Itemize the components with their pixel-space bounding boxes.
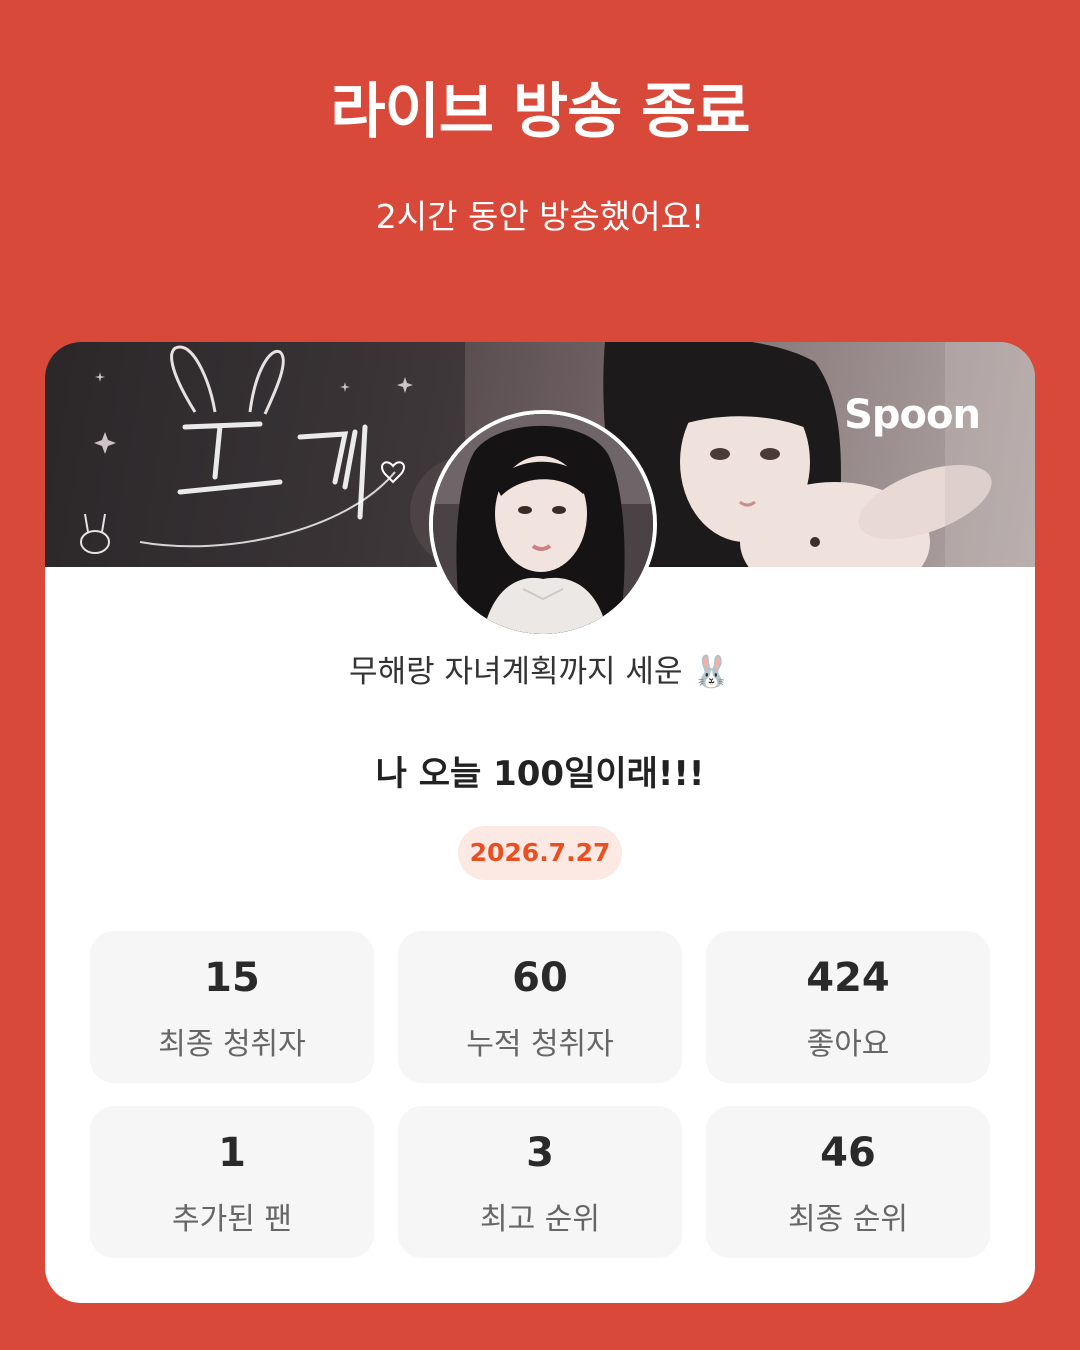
stat-value: 60	[512, 955, 568, 1001]
stat-label: 최종 순위	[788, 1202, 908, 1237]
page-title: 라이브 방송 종료	[330, 77, 750, 147]
stat-label: 최고 순위	[480, 1202, 600, 1237]
stat-value: 46	[820, 1130, 876, 1176]
stat-label: 좋아요	[806, 1027, 890, 1062]
stat-value: 1	[218, 1130, 246, 1176]
avatar[interactable]	[429, 410, 657, 638]
stat-new-fans: 1 추가된 팬	[90, 1106, 374, 1258]
stat-final-listeners: 15 최종 청취자	[90, 931, 374, 1083]
live-title: 나 오늘 100일이래!!!	[375, 754, 705, 794]
stat-label: 추가된 팬	[172, 1202, 292, 1237]
spoon-logo: Spoon	[844, 392, 981, 438]
stat-best-rank: 3 최고 순위	[398, 1106, 682, 1258]
page-subtitle: 2시간 동안 방송했어요!	[375, 197, 705, 236]
stat-value: 3	[526, 1130, 554, 1176]
stat-final-rank: 46 최종 순위	[706, 1106, 990, 1258]
dj-nickname: 무해랑 자녀계획까지 세운 🐰	[349, 654, 731, 690]
avatar-image	[433, 414, 653, 634]
stat-label: 누적 청취자	[466, 1027, 614, 1062]
broadcast-summary-card: Spoon 무해랑 자녀계획까지 세운 🐰 나 오늘 100일이래!!! 202…	[45, 342, 1035, 1303]
stat-likes: 424 좋아요	[706, 931, 990, 1083]
stat-total-listeners: 60 누적 청취자	[398, 931, 682, 1083]
stat-label: 최종 청취자	[158, 1027, 306, 1062]
live-date-badge: 2026.7.27	[458, 826, 622, 880]
stat-value: 15	[204, 955, 260, 1001]
stat-value: 424	[806, 955, 890, 1001]
